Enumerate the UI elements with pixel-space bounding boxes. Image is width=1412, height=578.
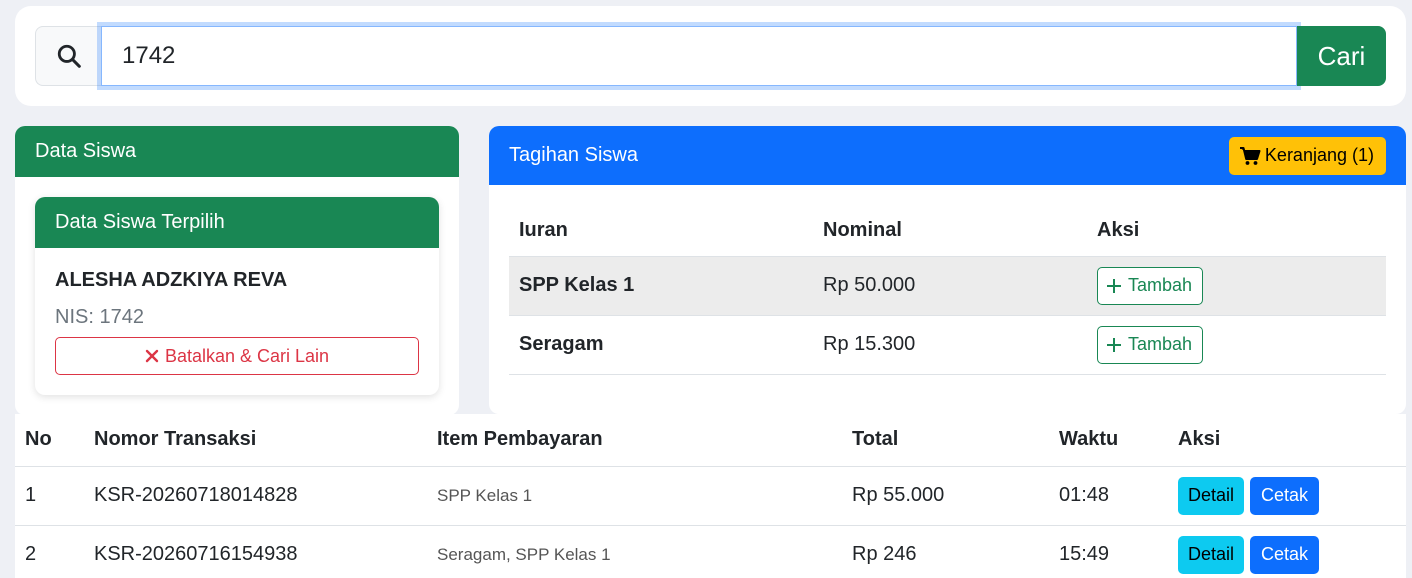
cancel-search-button[interactable]: Batalkan & Cari Lain bbox=[55, 337, 419, 375]
tx-items: SPP Kelas 1 bbox=[427, 466, 842, 526]
bill-name: SPP Kelas 1 bbox=[509, 256, 813, 316]
tx-col-time: Waktu bbox=[1049, 414, 1168, 467]
bill-name: Seragam bbox=[509, 315, 813, 375]
tx-col-items: Item Pembayaran bbox=[427, 414, 842, 467]
search-group: Cari bbox=[35, 26, 1386, 86]
tx-total: Rp 246 bbox=[842, 525, 1049, 578]
transactions-header-row: No Nomor Transaksi Item Pembayaran Total… bbox=[15, 414, 1406, 467]
cancel-search-label: Batalkan & Cari Lain bbox=[164, 345, 330, 366]
print-button[interactable]: Cetak bbox=[1250, 535, 1320, 574]
bills-card-title: Tagihan Siswa bbox=[509, 144, 638, 166]
search-input[interactable] bbox=[101, 26, 1297, 86]
selected-student-header: Data Siswa Terpilih bbox=[35, 197, 439, 248]
tx-no: 2 bbox=[15, 525, 84, 578]
add-bill-label: Tambah bbox=[1128, 275, 1193, 295]
table-row: 1 KSR-20260718014828 SPP Kelas 1 Rp 55.0… bbox=[15, 466, 1406, 526]
tx-number: KSR-20260718014828 bbox=[84, 466, 427, 526]
add-bill-button[interactable]: Tambah bbox=[1097, 325, 1204, 364]
bill-row: SPP Kelas 1 Rp 50.000 Tambah bbox=[509, 256, 1386, 316]
cart-label: Keranjang (1) bbox=[1264, 145, 1374, 165]
tx-actions: Detail Cetak bbox=[1168, 466, 1406, 526]
table-row: 2 KSR-20260716154938 Seragam, SPP Kelas … bbox=[15, 525, 1406, 578]
tx-total: Rp 55.000 bbox=[842, 466, 1049, 526]
selected-student-title: Data Siswa Terpilih bbox=[55, 211, 225, 233]
bills-col-nominal: Nominal bbox=[813, 206, 1087, 257]
close-icon bbox=[145, 349, 159, 363]
student-data-card: Data Siswa Data Siswa Terpilih ALESHA AD… bbox=[15, 126, 459, 415]
bills-col-aksi: Aksi bbox=[1087, 206, 1386, 257]
detail-button[interactable]: Detail bbox=[1178, 535, 1245, 574]
tx-no: 1 bbox=[15, 466, 84, 526]
tx-col-aksi: Aksi bbox=[1168, 414, 1406, 467]
transactions-panel: No Nomor Transaksi Item Pembayaran Total… bbox=[15, 414, 1406, 578]
add-bill-label: Tambah bbox=[1128, 334, 1193, 354]
tx-items: Seragam, SPP Kelas 1 bbox=[427, 525, 842, 578]
bill-action-cell: Tambah bbox=[1087, 256, 1386, 316]
selected-student-card: Data Siswa Terpilih ALESHA ADZKIYA REVA … bbox=[35, 197, 439, 395]
bills-header-row: Iuran Nominal Aksi bbox=[509, 206, 1386, 257]
student-name: ALESHA ADZKIYA REVA bbox=[55, 269, 288, 291]
bills-card-header: Tagihan Siswa Keranjang (1) bbox=[489, 126, 1406, 185]
print-button[interactable]: Cetak bbox=[1250, 476, 1320, 515]
tx-time: 15:49 bbox=[1049, 525, 1168, 578]
tx-time: 01:48 bbox=[1049, 466, 1168, 526]
bill-amount: Rp 50.000 bbox=[813, 256, 1087, 316]
search-button[interactable]: Cari bbox=[1297, 26, 1386, 86]
tx-actions: Detail Cetak bbox=[1168, 525, 1406, 578]
detail-button[interactable]: Detail bbox=[1178, 476, 1245, 515]
student-card-header: Data Siswa bbox=[15, 126, 459, 177]
search-addon bbox=[35, 26, 101, 86]
bill-row: Seragam Rp 15.300 Tambah bbox=[509, 315, 1386, 375]
student-bills-card: Tagihan Siswa Keranjang (1) Iuran Nomina… bbox=[489, 126, 1406, 414]
cart-icon bbox=[1239, 146, 1261, 165]
tx-col-no: No bbox=[15, 414, 84, 467]
transactions-table: No Nomor Transaksi Item Pembayaran Total… bbox=[15, 414, 1406, 578]
plus-icon bbox=[1107, 278, 1121, 293]
tx-number: KSR-20260716154938 bbox=[84, 525, 427, 578]
bill-amount: Rp 15.300 bbox=[813, 315, 1087, 375]
search-icon bbox=[57, 44, 81, 68]
student-nis: NIS: 1742 bbox=[55, 306, 144, 328]
tx-col-number: Nomor Transaksi bbox=[84, 414, 427, 467]
student-card-title: Data Siswa bbox=[35, 140, 137, 162]
tx-col-total: Total bbox=[842, 414, 1049, 467]
add-bill-button[interactable]: Tambah bbox=[1097, 266, 1204, 305]
bill-action-cell: Tambah bbox=[1087, 315, 1386, 375]
bills-table: Iuran Nominal Aksi SPP Kelas 1 Rp 50.000… bbox=[509, 206, 1386, 375]
search-card: Cari bbox=[15, 6, 1406, 106]
cart-button[interactable]: Keranjang (1) bbox=[1228, 136, 1386, 175]
plus-icon bbox=[1107, 337, 1121, 352]
bills-col-iuran: Iuran bbox=[509, 206, 813, 257]
